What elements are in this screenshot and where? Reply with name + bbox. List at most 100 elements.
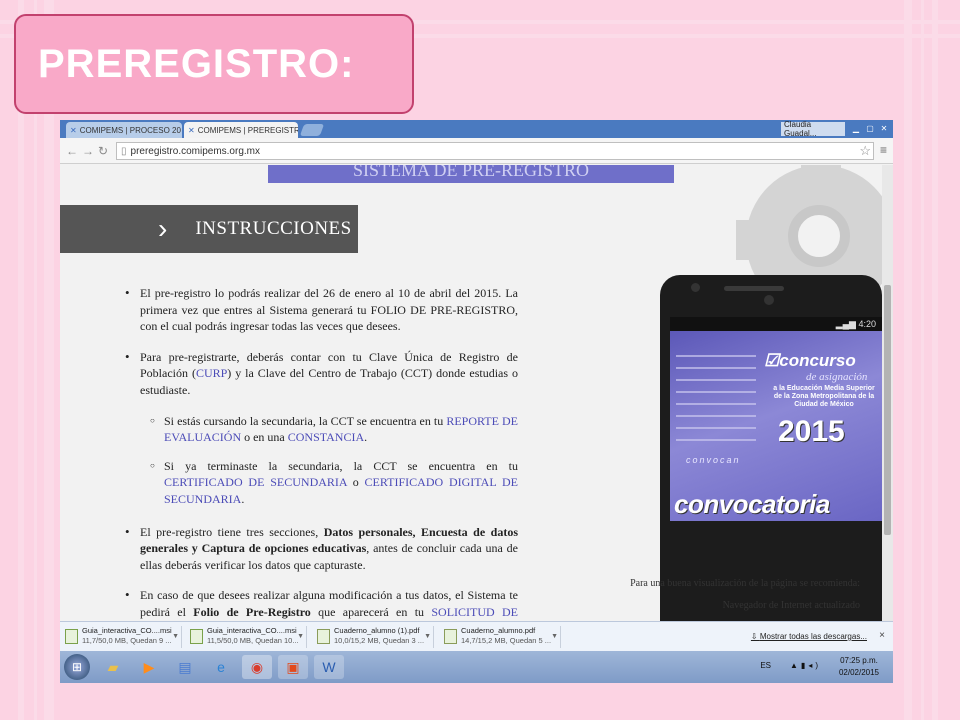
windows-start-icon[interactable]: ⊞ — [64, 654, 90, 680]
item-text: . — [364, 430, 368, 445]
chevron-down-icon[interactable]: ▼ — [297, 632, 304, 642]
pdf-icon — [317, 629, 330, 644]
item-text: o — [346, 475, 365, 490]
document-icon[interactable]: ▤ — [170, 655, 200, 679]
convocatoria-poster: ☑concurso de asignación a la Educación M… — [670, 331, 882, 521]
instructions-list: El pre-registro lo podrás realizar del 2… — [124, 285, 518, 621]
bg-stripe — [932, 0, 938, 720]
sub-item: Si estás cursando la secundaria, la CCT … — [124, 413, 518, 446]
download-item[interactable]: Cuaderno_alumno (1).pdf 10,0/15,2 MB, Qu… — [314, 626, 434, 648]
tray-icons[interactable]: ▲▮◂) — [790, 661, 821, 670]
phone-speaker — [724, 286, 784, 291]
clock[interactable]: 07:25 p.m. 02/02/2015 — [839, 655, 879, 679]
download-meta: 11,7/50,0 MB, Quedan 9 ... — [82, 636, 172, 645]
download-name: Cuaderno_alumno.pdf — [461, 626, 536, 635]
item-text: El pre-registro lo podrás realizar del 2… — [140, 286, 518, 334]
language-indicator[interactable]: ES — [760, 661, 771, 670]
instructions-header[interactable]: › INSTRUCCIONES — [60, 205, 358, 253]
chevron-right-icon: › — [158, 213, 168, 244]
show-all-downloads-link[interactable]: ⇩ Mostrar todas las descargas... — [751, 632, 867, 641]
reload-icon[interactable]: ↻ — [98, 144, 108, 158]
word-icon[interactable]: W — [314, 655, 344, 679]
download-name: Cuaderno_alumno (1).pdf — [334, 626, 420, 635]
phone-status-bar: ▂▄▆ 4:20 — [670, 317, 882, 331]
phone-camera — [691, 283, 700, 292]
recommendation-line: Navegador de Internet actualizado — [722, 600, 860, 611]
maximize-icon[interactable]: ▢ — [863, 122, 877, 134]
scrollbar-thumb[interactable] — [884, 285, 891, 535]
item-text: Si estás cursando la secundaria, la CCT … — [164, 413, 447, 428]
phone-camera — [764, 295, 774, 305]
sub-item: Si ya terminaste la secundaria, la CCT s… — [124, 458, 518, 508]
poster-year: 2015 — [778, 415, 845, 448]
instructions-label: INSTRUCCIONES — [195, 218, 352, 239]
signal-icon: ▂▄▆ — [835, 319, 856, 329]
item-bold-text: Folio de Pre-Registro — [193, 604, 311, 619]
user-profile[interactable]: Claudia Guadal... — [781, 120, 845, 138]
tab-proceso[interactable]: ✕ COMIPEMS | PROCESO 20 × — [66, 122, 182, 138]
phone-screen: ▂▄▆ 4:20 ☑concurso de asignación a la Ed… — [670, 317, 882, 521]
taskbar: ⊞ ▰ ▶ ▤ e ◉ ▣ W ES ▲▮◂) 07:25 p.m. 02/02… — [60, 651, 893, 683]
poster-lines — [676, 355, 756, 451]
download-name: Guia_interactiva_CO....msi — [82, 626, 172, 635]
list-item: El pre-registro tiene tres secciones, Da… — [124, 524, 518, 574]
recommendation: Para una buena visualización de la págin… — [630, 573, 860, 617]
comipems-icon: ✕ — [188, 125, 195, 135]
forward-icon[interactable]: → — [82, 144, 94, 158]
download-item[interactable]: Cuaderno_alumno.pdf 14,7/15,2 MB, Quedan… — [441, 626, 561, 648]
item-text: o en una — [241, 430, 288, 445]
download-meta: 11,5/50,0 MB, Quedan 10... — [207, 636, 299, 645]
gear-tooth — [801, 165, 841, 175]
item-text: Si ya terminaste la secundaria, la CCT s… — [164, 458, 518, 473]
folder-icon[interactable]: ▰ — [98, 655, 128, 679]
tab-preregistro[interactable]: ✕ COMIPEMS | PREREGISTR × — [184, 122, 298, 138]
gear-tooth — [736, 220, 756, 260]
recommendation-line: Para una buena visualización de la págin… — [630, 578, 860, 589]
download-bar: Guia_interactiva_CO....msi 11,7/50,0 MB,… — [60, 621, 893, 651]
poster-asignacion: de asignación — [806, 371, 868, 383]
certificado-link[interactable]: CERTIFICADO DE SECUNDARIA — [164, 475, 347, 489]
show-all-text: Mostrar todas las descargas... — [759, 632, 867, 641]
poster-convocan: convocan — [686, 455, 741, 465]
web-page: SISTEMA DE PRE-REGISTRO › INSTRUCCIONES … — [60, 165, 882, 621]
powerpoint-icon[interactable]: ▣ — [278, 655, 308, 679]
tab-bar: ✕ COMIPEMS | PROCESO 20 × ✕ COMIPEMS | P… — [60, 120, 893, 138]
close-icon[interactable]: × — [879, 630, 885, 641]
system-banner: SISTEMA DE PRE-REGISTRO — [268, 165, 674, 183]
new-tab-button[interactable] — [299, 124, 325, 136]
list-item: Para pre-registrarte, deberás contar con… — [124, 349, 518, 399]
media-player-icon[interactable]: ▶ — [134, 655, 164, 679]
window-close-icon[interactable]: ✕ — [877, 122, 891, 134]
download-item[interactable]: Guia_interactiva_CO....msi 11,7/50,0 MB,… — [62, 626, 182, 648]
poster-subtitle: a la Educación Media Superior de la Zona… — [773, 385, 875, 408]
file-icon — [190, 629, 203, 644]
menu-icon[interactable]: ≡ — [880, 143, 887, 157]
chrome-icon[interactable]: ◉ — [242, 655, 272, 679]
bookmark-star-icon[interactable]: ☆ — [859, 143, 871, 159]
minimize-icon[interactable]: ▁ — [849, 122, 863, 134]
download-item[interactable]: Guia_interactiva_CO....msi 11,5/50,0 MB,… — [187, 626, 307, 648]
clock-date: 02/02/2015 — [838, 668, 879, 677]
url-input[interactable]: ▯ preregistro.comipems.org.mx — [116, 142, 874, 160]
browser-screenshot: ✕ COMIPEMS | PROCESO 20 × ✕ COMIPEMS | P… — [60, 120, 893, 683]
back-icon[interactable]: ← — [66, 144, 78, 158]
poster-concurso-text: concurso — [779, 351, 856, 370]
constancia-link[interactable]: CONSTANCIA — [288, 430, 364, 444]
list-item: En caso de que desees realizar alguna mo… — [124, 587, 518, 621]
scrollbar[interactable] — [882, 165, 893, 621]
chevron-down-icon[interactable]: ▼ — [551, 632, 558, 642]
curp-link[interactable]: CURP — [196, 366, 227, 380]
item-text: . — [241, 491, 245, 506]
file-icon — [65, 629, 78, 644]
page-icon: ▯ — [121, 145, 127, 157]
bg-stripe — [921, 0, 924, 720]
poster-concurso: ☑concurso — [764, 351, 856, 370]
gear-hole — [788, 205, 850, 267]
internet-explorer-icon[interactable]: e — [206, 655, 236, 679]
phone-time: 4:20 — [858, 319, 876, 329]
list-item: El pre-registro lo podrás realizar del 2… — [124, 285, 518, 335]
chevron-down-icon[interactable]: ▼ — [424, 632, 431, 642]
bg-stripe — [904, 0, 912, 720]
slide-title-text: PREREGISTRO: — [38, 41, 355, 86]
chevron-down-icon[interactable]: ▼ — [172, 632, 179, 642]
